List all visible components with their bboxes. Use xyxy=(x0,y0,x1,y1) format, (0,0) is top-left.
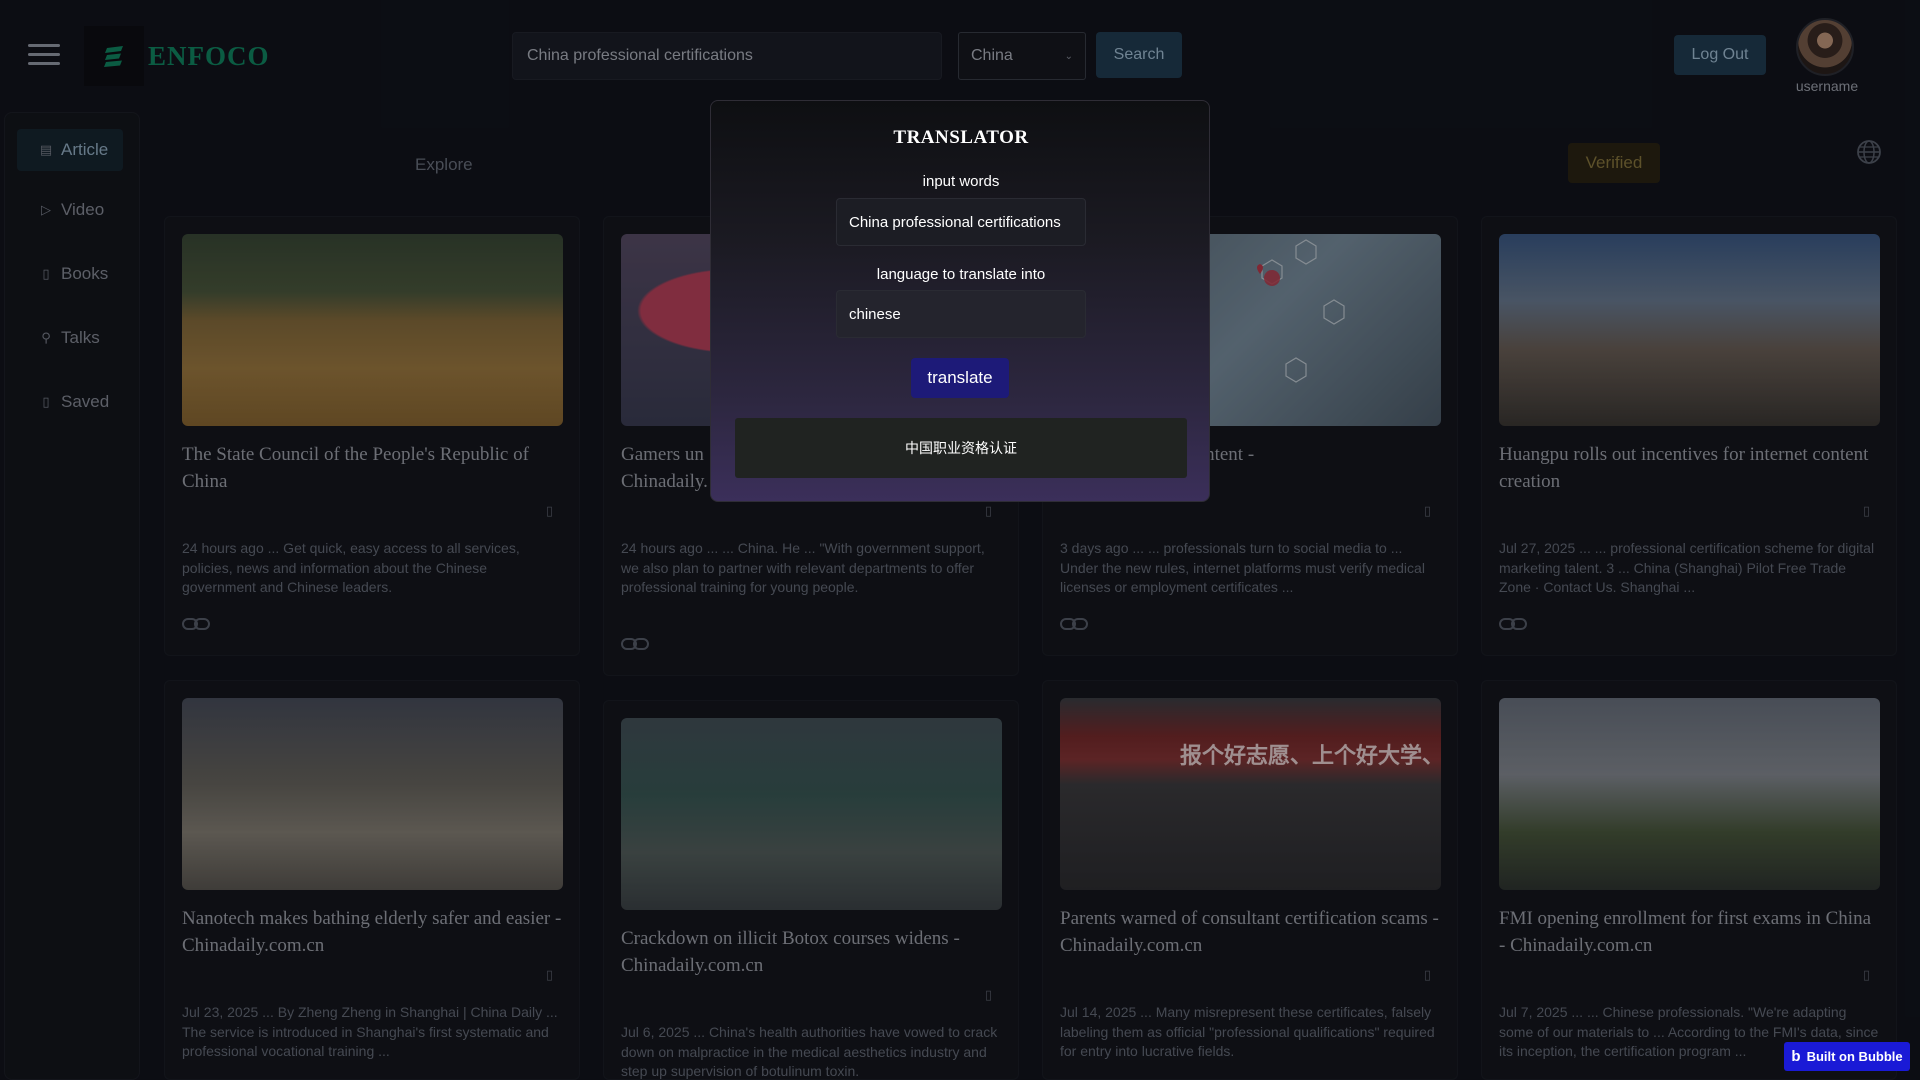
article-card[interactable]: Nanotech makes bathing elderly safer and… xyxy=(164,680,580,1080)
bookmark-icon[interactable]: ▯ xyxy=(985,987,992,1003)
input-words-field[interactable]: China professional certifications xyxy=(836,198,1086,246)
link-icon[interactable] xyxy=(182,616,210,632)
sidebar-item-label: Books xyxy=(61,264,109,283)
card-description: 3 days ago ... ... professionals turn to… xyxy=(1060,540,1425,595)
sidebar-item-label: Article xyxy=(61,140,109,159)
logout-button[interactable]: Log Out xyxy=(1674,35,1766,75)
sidebar-item-books[interactable]: ▯ Books xyxy=(17,253,123,295)
card-image xyxy=(1499,698,1880,890)
username-label: username xyxy=(1795,78,1859,94)
card-image xyxy=(182,698,563,890)
card-image xyxy=(1499,234,1880,426)
search-input[interactable]: China professional certifications xyxy=(512,32,942,80)
bookmark-icon[interactable]: ▯ xyxy=(546,967,553,983)
sidebar-item-label: Talks xyxy=(61,328,100,347)
sidebar-item-article[interactable]: ▤ Article xyxy=(17,129,123,171)
card-title[interactable]: Nanotech makes bathing elderly safer and… xyxy=(182,905,563,959)
sidebar-item-label: Saved xyxy=(61,392,110,411)
card-description: 24 hours ago ... Get quick, easy access … xyxy=(182,540,520,595)
bookmark-icon[interactable]: ▯ xyxy=(1424,967,1431,983)
chevron-down-icon: ⌄ xyxy=(1064,50,1073,62)
built-on-bubble-badge[interactable]: b Built on Bubble xyxy=(1784,1042,1910,1071)
card-title[interactable]: Huangpu rolls out incentives for interne… xyxy=(1499,441,1880,495)
target-language-field[interactable]: chinese xyxy=(836,290,1086,338)
article-card[interactable]: FMI opening enrollment for first exams i… xyxy=(1481,680,1897,1080)
globe-icon[interactable] xyxy=(1856,139,1882,165)
card-description: Jul 23, 2025 ... By Zheng Zheng in Shang… xyxy=(182,1004,558,1059)
article-card[interactable]: Huangpu rolls out incentives for interne… xyxy=(1481,216,1897,656)
sidebar-item-video[interactable]: ▷ Video xyxy=(17,189,123,231)
target-language-label: language to translate into xyxy=(876,266,1046,283)
translate-button[interactable]: translate xyxy=(911,358,1009,398)
card-image xyxy=(621,718,1002,910)
card-description: 24 hours ago ... ... China. He ... "With… xyxy=(621,540,985,595)
card-title[interactable]: The State Council of the People's Republ… xyxy=(182,441,563,495)
article-card[interactable]: Crackdown on illicit Botox courses widen… xyxy=(603,700,1019,1080)
card-description: Jul 14, 2025 ... Many misrepresent these… xyxy=(1060,1004,1435,1059)
bookmark-icon[interactable]: ▯ xyxy=(546,503,553,519)
image-banner-text: 报个好志愿、上个好大学、大 xyxy=(1180,744,1441,769)
tab-verified[interactable]: Verified xyxy=(1568,143,1660,183)
link-icon[interactable] xyxy=(1499,616,1527,632)
article-card[interactable]: 报个好志愿、上个好大学、大 Parents warned of consulta… xyxy=(1042,680,1458,1080)
sidebar: ▤ Article ▷ Video ▯ Books ⚲ Talks ▯ Save… xyxy=(4,112,140,1080)
translation-result: 中国职业资格认证 xyxy=(735,418,1187,478)
tab-explore[interactable]: Explore xyxy=(415,155,473,175)
search-button[interactable]: Search xyxy=(1096,32,1182,78)
bookmark-icon[interactable]: ▯ xyxy=(1863,967,1870,983)
country-select-value: China xyxy=(971,47,1013,64)
logo[interactable]: ENFOCO xyxy=(84,26,270,86)
link-icon[interactable] xyxy=(1060,616,1088,632)
card-description: Jul 6, 2025 ... China's health authoriti… xyxy=(621,1024,998,1079)
sidebar-item-saved[interactable]: ▯ Saved xyxy=(17,381,123,423)
card-title[interactable]: Parents warned of consultant certificati… xyxy=(1060,905,1441,959)
translator-modal: TRANSLATOR input words China professiona… xyxy=(710,100,1210,502)
article-card[interactable]: The State Council of the People's Republ… xyxy=(164,216,580,656)
bookmark-icon[interactable]: ▯ xyxy=(1424,503,1431,519)
microphone-icon: ⚲ xyxy=(41,330,51,345)
modal-title: TRANSLATOR xyxy=(893,127,1029,148)
bookmark-icon[interactable]: ▯ xyxy=(1863,503,1870,519)
logo-text: ENFOCO xyxy=(148,40,270,71)
card-image xyxy=(182,234,563,426)
card-image: 报个好志愿、上个好大学、大 xyxy=(1060,698,1441,890)
input-words-label: input words xyxy=(922,173,1000,190)
sidebar-item-talks[interactable]: ⚲ Talks xyxy=(17,317,123,359)
card-title[interactable]: FMI opening enrollment for first exams i… xyxy=(1499,905,1880,959)
country-select[interactable]: China ⌄ xyxy=(958,32,1086,80)
bookmark-icon[interactable]: ▯ xyxy=(985,503,992,519)
card-title[interactable]: Crackdown on illicit Botox courses widen… xyxy=(621,925,1002,979)
avatar[interactable] xyxy=(1796,18,1854,76)
book-icon: ▯ xyxy=(42,266,50,281)
logo-mark-icon xyxy=(84,26,144,86)
bookmark-icon: ▯ xyxy=(42,394,50,409)
sidebar-item-label: Video xyxy=(61,200,105,219)
top-header: ENFOCO China professional certifications… xyxy=(0,0,1920,112)
play-icon: ▷ xyxy=(41,202,51,217)
hamburger-menu-icon[interactable] xyxy=(28,44,60,68)
bubble-logo-icon: b xyxy=(1791,1048,1801,1065)
link-icon[interactable] xyxy=(621,636,649,652)
badge-label: Built on Bubble xyxy=(1806,1049,1903,1064)
card-description: Jul 27, 2025 ... ... professional certif… xyxy=(1499,540,1875,595)
document-icon: ▤ xyxy=(39,142,53,157)
